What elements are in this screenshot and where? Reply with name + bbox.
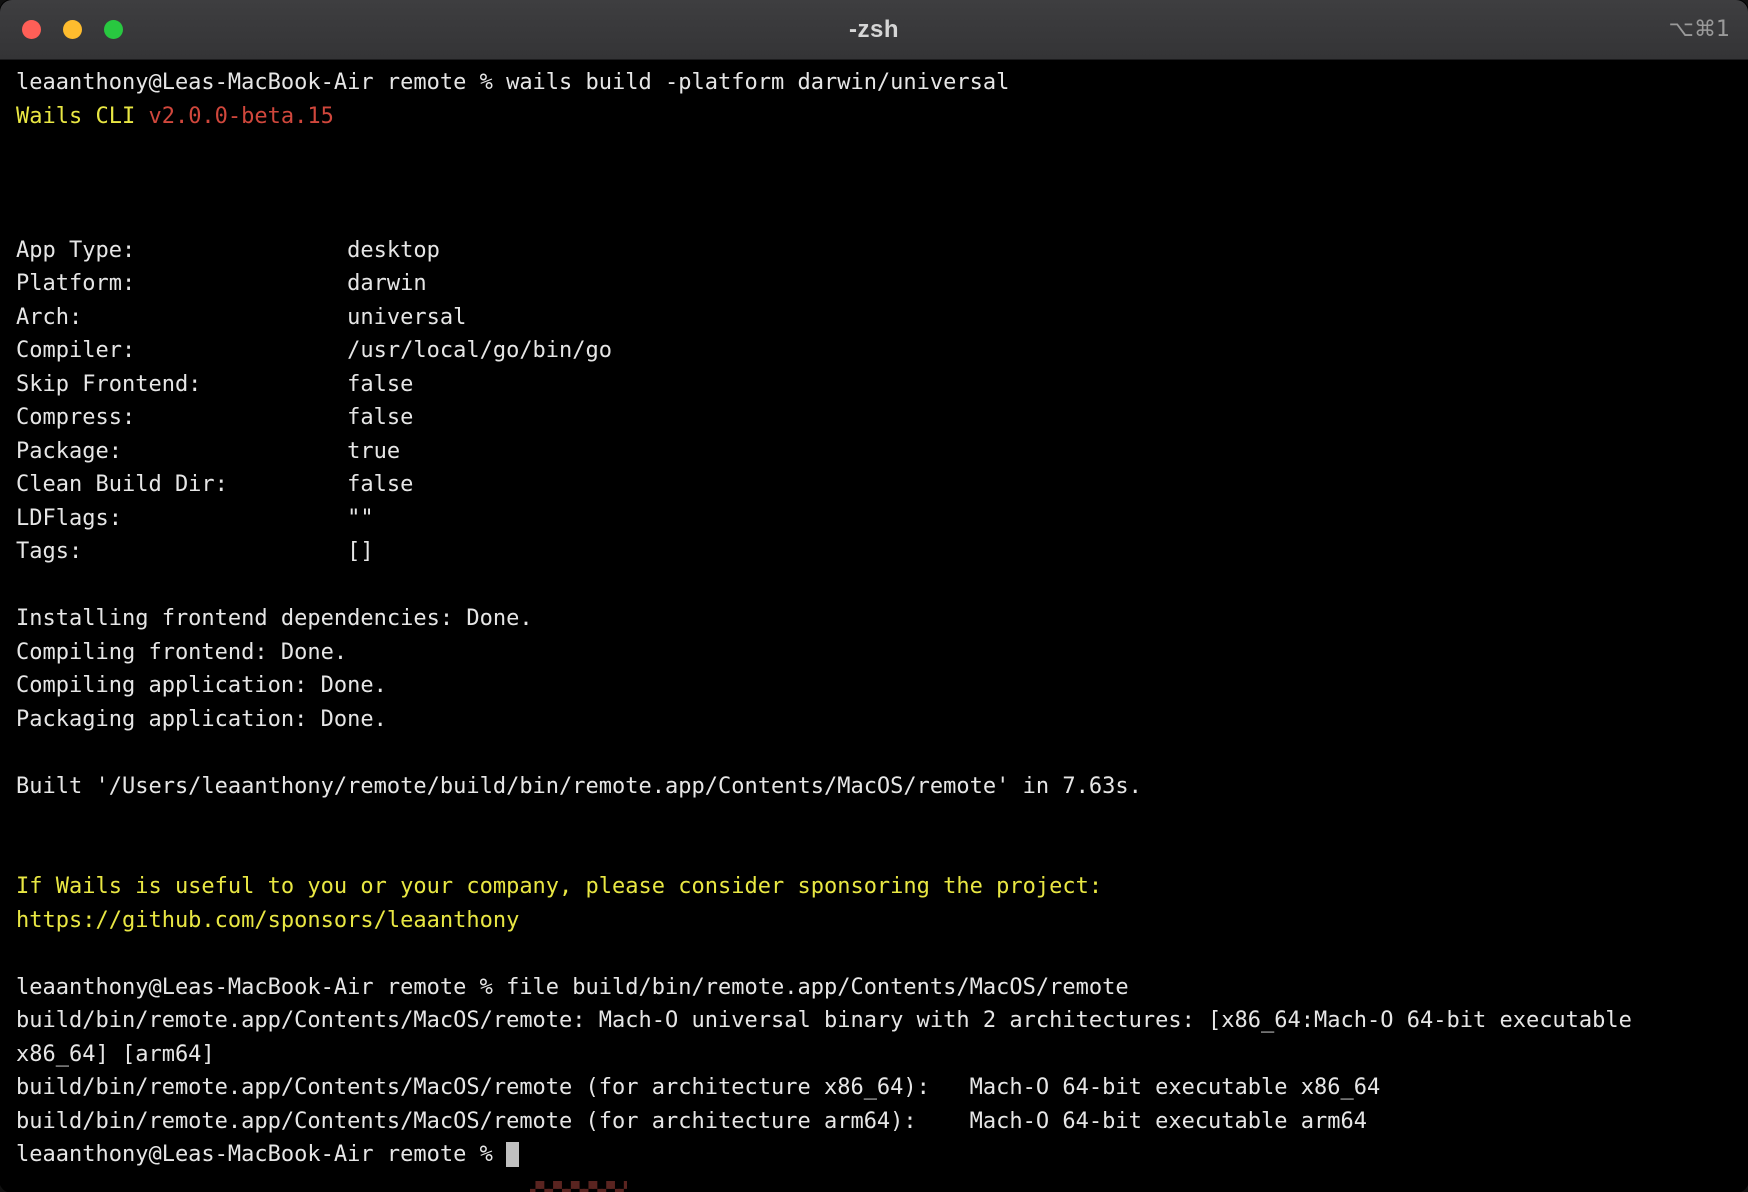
terminal-window: -zsh ⌥⌘1 leaanthony@Leas-MacBook-Air rem…: [0, 0, 1748, 1192]
terminal-line: Compress: false: [16, 401, 1732, 435]
terminal-text-segment: leaanthony@Leas-MacBook-Air remote % fil…: [16, 975, 1129, 1000]
terminal-text-segment: Built '/Users/leaanthony/remote/build/bi…: [16, 774, 1142, 799]
terminal-line: leaanthony@Leas-MacBook-Air remote %: [16, 1138, 1732, 1172]
terminal-text-segment: Clean Build Dir: false: [16, 472, 413, 497]
terminal-line: Compiler: /usr/local/go/bin/go: [16, 334, 1732, 368]
terminal-text-segment: leaanthony@Leas-MacBook-Air remote % wai…: [16, 70, 1009, 95]
terminal-line: Wails CLI v2.0.0-beta.15: [16, 100, 1732, 134]
terminal-line: build/bin/remote.app/Contents/MacOS/remo…: [16, 1105, 1732, 1139]
terminal-line: [16, 937, 1732, 971]
terminal-text-segment: LDFlags: "": [16, 506, 374, 531]
terminal-output[interactable]: leaanthony@Leas-MacBook-Air remote % wai…: [0, 60, 1748, 1186]
terminal-line: If Wails is useful to you or your compan…: [16, 870, 1732, 904]
terminal-text-segment: x86_64] [arm64]: [16, 1042, 215, 1067]
terminal-line: App Type: desktop: [16, 234, 1732, 268]
terminal-line: Built '/Users/leaanthony/remote/build/bi…: [16, 770, 1732, 804]
terminal-line: [16, 837, 1732, 871]
clipped-line-fragment: ▞▚▞▚▞▚▞▚▞▚▞: [530, 1181, 627, 1192]
terminal-text-segment: Packaging application: Done.: [16, 707, 387, 732]
terminal-text-segment: Compress: false: [16, 405, 413, 430]
terminal-text-segment: Tags: []: [16, 539, 374, 564]
terminal-line: build/bin/remote.app/Contents/MacOS/remo…: [16, 1071, 1732, 1105]
terminal-text-segment: build/bin/remote.app/Contents/MacOS/remo…: [16, 1075, 1380, 1100]
terminal-text-segment: Compiling application: Done.: [16, 673, 387, 698]
terminal-line: [16, 803, 1732, 837]
terminal-line: [16, 200, 1732, 234]
zoom-button[interactable]: [104, 20, 123, 39]
close-button[interactable]: [22, 20, 41, 39]
minimize-button[interactable]: [63, 20, 82, 39]
terminal-text-segment: build/bin/remote.app/Contents/MacOS/remo…: [16, 1109, 1367, 1134]
terminal-line: [16, 736, 1732, 770]
terminal-line: Clean Build Dir: false: [16, 468, 1732, 502]
terminal-text-segment: Skip Frontend: false: [16, 372, 413, 397]
terminal-text-segment: v2.0.0-beta.15: [148, 104, 333, 129]
terminal-line: [16, 167, 1732, 201]
terminal-text-segment: Compiling frontend: Done.: [16, 640, 347, 665]
terminal-line: Package: true: [16, 435, 1732, 469]
terminal-line: Skip Frontend: false: [16, 368, 1732, 402]
terminal-text-segment: App Type: desktop: [16, 238, 440, 263]
traffic-lights: [0, 20, 123, 39]
titlebar[interactable]: -zsh ⌥⌘1: [0, 0, 1748, 60]
terminal-line: Compiling application: Done.: [16, 669, 1732, 703]
tab-shortcut-badge: ⌥⌘1: [1669, 17, 1748, 42]
terminal-text-segment: Compiler: /usr/local/go/bin/go: [16, 338, 612, 363]
terminal-line: leaanthony@Leas-MacBook-Air remote % wai…: [16, 66, 1732, 100]
terminal-line: leaanthony@Leas-MacBook-Air remote % fil…: [16, 971, 1732, 1005]
terminal-text-segment: Package: true: [16, 439, 400, 464]
terminal-line: Platform: darwin: [16, 267, 1732, 301]
terminal-text-segment: build/bin/remote.app/Contents/MacOS/remo…: [16, 1008, 1632, 1033]
terminal-text-segment: Platform: darwin: [16, 271, 427, 296]
terminal-text-segment: leaanthony@Leas-MacBook-Air remote %: [16, 1142, 506, 1167]
terminal-line: build/bin/remote.app/Contents/MacOS/remo…: [16, 1004, 1732, 1038]
terminal-text-segment: Wails CLI: [16, 104, 148, 129]
terminal-line: LDFlags: "": [16, 502, 1732, 536]
terminal-text-segment: https://github.com/sponsors/leaanthony: [16, 908, 519, 933]
terminal-cursor: [506, 1142, 519, 1167]
terminal-line: Arch: universal: [16, 301, 1732, 335]
terminal-text-segment: Installing frontend dependencies: Done.: [16, 606, 533, 631]
window-title: -zsh: [849, 16, 899, 44]
terminal-line: [16, 133, 1732, 167]
terminal-line: Tags: []: [16, 535, 1732, 569]
terminal-text-segment: Arch: universal: [16, 305, 466, 330]
terminal-line: Packaging application: Done.: [16, 703, 1732, 737]
terminal-line: x86_64] [arm64]: [16, 1038, 1732, 1072]
terminal-text-segment: If Wails is useful to you or your compan…: [16, 874, 1102, 899]
terminal-line: Compiling frontend: Done.: [16, 636, 1732, 670]
terminal-line: https://github.com/sponsors/leaanthony: [16, 904, 1732, 938]
terminal-line: Installing frontend dependencies: Done.: [16, 602, 1732, 636]
terminal-line: [16, 569, 1732, 603]
